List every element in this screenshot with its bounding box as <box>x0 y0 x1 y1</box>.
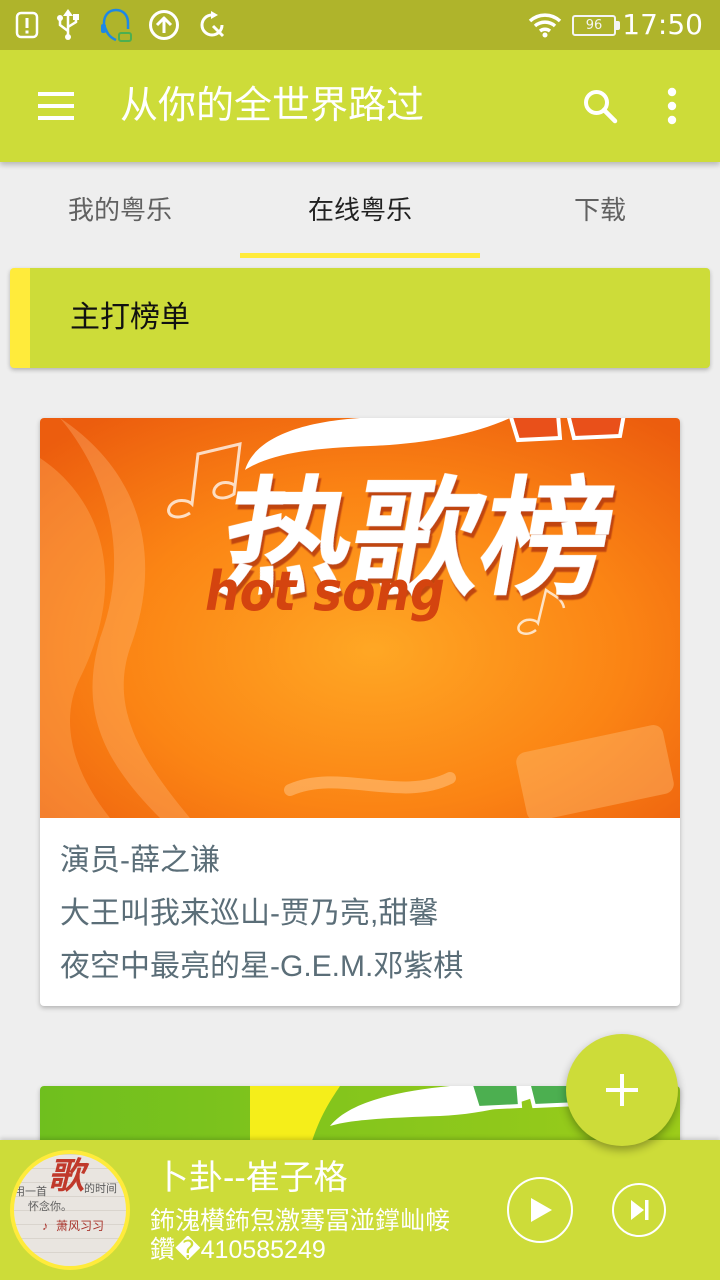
album-art-text: 歌 <box>48 1155 85 1196</box>
alert-icon <box>15 11 39 39</box>
menu-line <box>38 116 74 120</box>
track-subtitle-line: 鑽�410585249 <box>150 1236 326 1264</box>
album-art-text: 怀念你。 <box>28 1201 72 1213</box>
album-art-text: 萧风习习 <box>56 1219 105 1233</box>
section-header: 主打榜单 <box>10 268 710 368</box>
more-vert-icon <box>667 87 677 125</box>
playlist-card[interactable]: 热歌榜 hot song 演员-薛之谦 大王叫我来巡山-贾乃亮,甜馨 夜空中最亮… <box>40 418 680 1006</box>
status-bar: 96 17:50 <box>0 0 720 50</box>
battery-nub <box>616 21 620 30</box>
headset-icon <box>99 7 133 43</box>
skip-next-icon <box>631 1200 649 1220</box>
cover-subtitle: hot song <box>205 560 445 623</box>
menu-button[interactable] <box>24 74 88 138</box>
album-art[interactable]: 用一首 歌 的时间 怀念你。 ♪ 萧风习习 <box>10 1150 130 1270</box>
section-title: 主打榜单 <box>70 301 190 334</box>
now-playing-bar[interactable]: 用一首 歌 的时间 怀念你。 ♪ 萧风习习 卜卦--崔子格 鈽溾櫕鈽炰激骞冨湴鐣… <box>0 1140 720 1280</box>
usb-icon <box>54 8 82 40</box>
search-icon <box>584 90 618 124</box>
page-title: 从你的全世界路过 <box>120 85 425 127</box>
upload-icon <box>148 9 180 41</box>
music-note-icon: ♪ <box>42 1219 48 1233</box>
wifi-icon <box>528 12 562 38</box>
battery-icon: 96 <box>572 15 616 36</box>
app-bar: 从你的全世界路过 <box>0 50 720 162</box>
tab-indicator <box>240 253 480 258</box>
add-icon <box>566 1034 678 1146</box>
track-subtitle-line: 鈽溾櫕鈽炰激骞冨湴鐣屾帹 <box>150 1207 451 1235</box>
add-icon-bar <box>620 1074 624 1106</box>
song-list: 演员-薛之谦 大王叫我来巡山-贾乃亮,甜馨 夜空中最亮的星-G.E.M.邓紫棋 <box>60 834 660 993</box>
list-item[interactable]: 夜空中最亮的星-G.E.M.邓紫棋 <box>60 940 660 993</box>
battery-level: 96 <box>585 18 603 33</box>
search-button[interactable] <box>568 74 632 138</box>
list-item[interactable]: 大王叫我来巡山-贾乃亮,甜馨 <box>60 887 660 940</box>
track-subtitle: 鈽溾櫕鈽炰激骞冨湴鐣屾帹 鑽�410585249 <box>150 1207 485 1265</box>
album-art-text: 的时间 <box>84 1183 117 1195</box>
tab-my-music[interactable]: 我的粤乐 <box>0 162 240 258</box>
tab-bar: 我的粤乐 在线粤乐 下载 <box>0 162 720 258</box>
menu-line <box>38 92 74 96</box>
add-button[interactable] <box>566 1034 678 1146</box>
play-button[interactable] <box>507 1177 573 1243</box>
more-options-button[interactable] <box>644 74 700 138</box>
next-track-button[interactable] <box>612 1183 666 1237</box>
list-item[interactable]: 演员-薛之谦 <box>60 834 660 887</box>
play-icon <box>531 1198 552 1222</box>
cover-image: 热歌榜 hot song <box>40 418 680 818</box>
tab-online-music[interactable]: 在线粤乐 <box>240 162 480 258</box>
menu-icon <box>38 92 74 120</box>
sync-off-icon <box>198 11 226 39</box>
clock: 17:50 <box>622 8 703 41</box>
tab-downloads[interactable]: 下载 <box>480 162 720 258</box>
album-art-text: 用一首 <box>14 1186 47 1198</box>
track-title: 卜卦--崔子格 <box>155 1159 348 1197</box>
menu-line <box>38 104 74 108</box>
